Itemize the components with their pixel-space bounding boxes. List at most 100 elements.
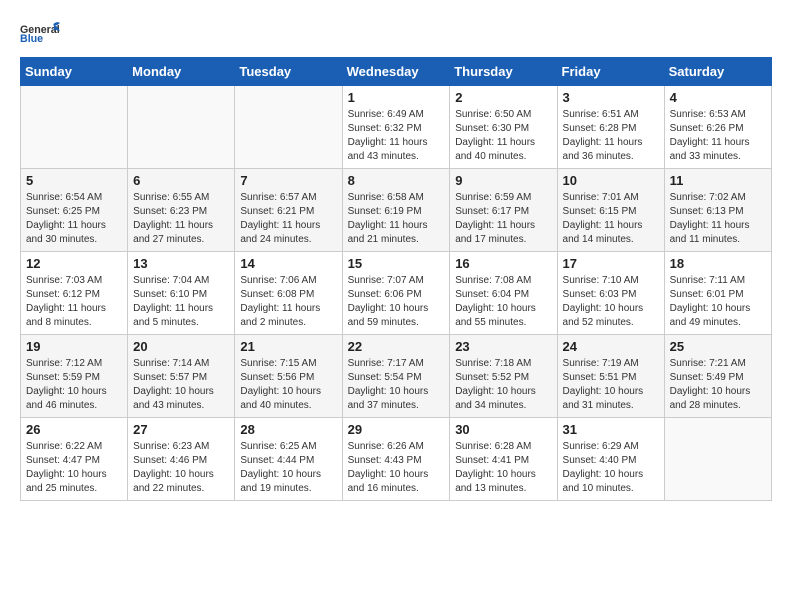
day-number-26: 26 (26, 422, 122, 437)
day-number-17: 17 (563, 256, 659, 271)
day-number-15: 15 (348, 256, 445, 271)
calendar-day-3: 3 Sunrise: 6:51 AM Sunset: 6:28 PM Daylig… (557, 86, 664, 169)
day-number-24: 24 (563, 339, 659, 354)
day-number-11: 11 (670, 173, 766, 188)
calendar-week-row-3: 12 Sunrise: 7:03 AM Sunset: 6:12 PM Dayli… (21, 252, 772, 335)
calendar-day-29: 29 Sunrise: 6:26 AM Sunset: 4:43 PM Dayli… (342, 418, 450, 501)
calendar-week-row-5: 26 Sunrise: 6:22 AM Sunset: 4:47 PM Dayli… (21, 418, 772, 501)
calendar-day-14: 14Sunrise: 7:06 AM Sunset: 6:08 PM Dayli… (235, 252, 342, 335)
day-number-28: 28 (240, 422, 336, 437)
calendar-day-18: 18 Sunrise: 7:11 AM Sunset: 6:01 PM Dayli… (664, 252, 771, 335)
calendar-day-23: 23Sunrise: 7:18 AM Sunset: 5:52 PM Dayli… (450, 335, 557, 418)
calendar-week-row-1: 1Sunrise: 6:49 AM Sunset: 6:32 PM Daylig… (21, 86, 772, 169)
calendar-day-30: 30Sunrise: 6:28 AM Sunset: 4:41 PM Dayli… (450, 418, 557, 501)
calendar-day-20: 20 Sunrise: 7:14 AM Sunset: 5:57 PM Dayli… (128, 335, 235, 418)
day-number-1: 1 (348, 90, 445, 105)
calendar-day-25: 25Sunrise: 7:21 AM Sunset: 5:49 PM Dayli… (664, 335, 771, 418)
day-info-20: Sunrise: 7:14 AM Sunset: 5:57 PM Dayligh… (133, 357, 229, 413)
day-info-28: Sunrise: 6:25 AM Sunset: 4:44 PM Dayligh… (240, 440, 336, 496)
day-info-9: Sunrise: 6:59 AM Sunset: 6:17 PM Dayligh… (455, 191, 551, 247)
calendar-day-12: 12 Sunrise: 7:03 AM Sunset: 6:12 PM Dayli… (21, 252, 128, 335)
weekday-header-tuesday: Tuesday (235, 58, 342, 86)
day-number-31: 31 (563, 422, 659, 437)
day-info-4: Sunrise: 6:53 AM Sunset: 6:26 PM Dayligh… (670, 108, 766, 164)
day-number-18: 18 (670, 256, 766, 271)
day-info-13: Sunrise: 7:04 AM Sunset: 6:10 PM Dayligh… (133, 274, 229, 330)
day-number-14: 14 (240, 256, 336, 271)
day-info-30: Sunrise: 6:28 AM Sunset: 4:41 PM Dayligh… (455, 440, 551, 496)
day-number-9: 9 (455, 173, 551, 188)
calendar-day-9: 9 Sunrise: 6:59 AM Sunset: 6:17 PM Daylig… (450, 169, 557, 252)
calendar-day-1: 1Sunrise: 6:49 AM Sunset: 6:32 PM Daylig… (342, 86, 450, 169)
calendar-day-6: 6 Sunrise: 6:55 AM Sunset: 6:23 PM Daylig… (128, 169, 235, 252)
calendar-day-27: 27 Sunrise: 6:23 AM Sunset: 4:46 PM Dayli… (128, 418, 235, 501)
calendar-day-31: 31 Sunrise: 6:29 AM Sunset: 4:40 PM Dayli… (557, 418, 664, 501)
day-number-21: 21 (240, 339, 336, 354)
day-info-17: Sunrise: 7:10 AM Sunset: 6:03 PM Dayligh… (563, 274, 659, 330)
calendar-empty-cell (664, 418, 771, 501)
day-number-6: 6 (133, 173, 229, 188)
weekday-header-saturday: Saturday (664, 58, 771, 86)
day-info-21: Sunrise: 7:15 AM Sunset: 5:56 PM Dayligh… (240, 357, 336, 413)
day-number-19: 19 (26, 339, 122, 354)
logo: General Blue (20, 20, 60, 47)
calendar-empty-cell (128, 86, 235, 169)
day-info-19: Sunrise: 7:12 AM Sunset: 5:59 PM Dayligh… (26, 357, 122, 413)
calendar-day-11: 11 Sunrise: 7:02 AM Sunset: 6:13 PM Dayli… (664, 169, 771, 252)
calendar-day-7: 7Sunrise: 6:57 AM Sunset: 6:21 PM Daylig… (235, 169, 342, 252)
day-info-6: Sunrise: 6:55 AM Sunset: 6:23 PM Dayligh… (133, 191, 229, 247)
day-info-8: Sunrise: 6:58 AM Sunset: 6:19 PM Dayligh… (348, 191, 445, 247)
day-number-12: 12 (26, 256, 122, 271)
weekday-header-sunday: Sunday (21, 58, 128, 86)
day-number-27: 27 (133, 422, 229, 437)
calendar-week-row-4: 19 Sunrise: 7:12 AM Sunset: 5:59 PM Dayli… (21, 335, 772, 418)
calendar-day-10: 10Sunrise: 7:01 AM Sunset: 6:15 PM Dayli… (557, 169, 664, 252)
day-number-16: 16 (455, 256, 551, 271)
day-number-20: 20 (133, 339, 229, 354)
day-info-12: Sunrise: 7:03 AM Sunset: 6:12 PM Dayligh… (26, 274, 122, 330)
day-number-5: 5 (26, 173, 122, 188)
calendar-day-19: 19 Sunrise: 7:12 AM Sunset: 5:59 PM Dayli… (21, 335, 128, 418)
day-info-29: Sunrise: 6:26 AM Sunset: 4:43 PM Dayligh… (348, 440, 445, 496)
calendar-table: SundayMondayTuesdayWednesdayThursdayFrid… (20, 57, 772, 501)
day-info-15: Sunrise: 7:07 AM Sunset: 6:06 PM Dayligh… (348, 274, 445, 330)
calendar-day-5: 5 Sunrise: 6:54 AM Sunset: 6:25 PM Daylig… (21, 169, 128, 252)
calendar-day-22: 22Sunrise: 7:17 AM Sunset: 5:54 PM Dayli… (342, 335, 450, 418)
day-info-26: Sunrise: 6:22 AM Sunset: 4:47 PM Dayligh… (26, 440, 122, 496)
weekday-header-thursday: Thursday (450, 58, 557, 86)
calendar-day-4: 4 Sunrise: 6:53 AM Sunset: 6:26 PM Daylig… (664, 86, 771, 169)
logo-icon: General Blue (20, 20, 60, 45)
day-number-29: 29 (348, 422, 445, 437)
day-number-3: 3 (563, 90, 659, 105)
day-info-18: Sunrise: 7:11 AM Sunset: 6:01 PM Dayligh… (670, 274, 766, 330)
calendar-empty-cell (235, 86, 342, 169)
day-number-8: 8 (348, 173, 445, 188)
calendar-day-15: 15 Sunrise: 7:07 AM Sunset: 6:06 PM Dayli… (342, 252, 450, 335)
day-info-3: Sunrise: 6:51 AM Sunset: 6:28 PM Dayligh… (563, 108, 659, 164)
day-number-23: 23 (455, 339, 551, 354)
calendar-week-row-2: 5 Sunrise: 6:54 AM Sunset: 6:25 PM Daylig… (21, 169, 772, 252)
calendar-day-28: 28 Sunrise: 6:25 AM Sunset: 4:44 PM Dayli… (235, 418, 342, 501)
calendar-day-26: 26 Sunrise: 6:22 AM Sunset: 4:47 PM Dayli… (21, 418, 128, 501)
day-number-25: 25 (670, 339, 766, 354)
day-number-22: 22 (348, 339, 445, 354)
day-number-2: 2 (455, 90, 551, 105)
day-info-5: Sunrise: 6:54 AM Sunset: 6:25 PM Dayligh… (26, 191, 122, 247)
calendar-day-17: 17 Sunrise: 7:10 AM Sunset: 6:03 PM Dayli… (557, 252, 664, 335)
day-number-4: 4 (670, 90, 766, 105)
calendar-day-8: 8 Sunrise: 6:58 AM Sunset: 6:19 PM Daylig… (342, 169, 450, 252)
day-info-11: Sunrise: 7:02 AM Sunset: 6:13 PM Dayligh… (670, 191, 766, 247)
calendar-day-24: 24Sunrise: 7:19 AM Sunset: 5:51 PM Dayli… (557, 335, 664, 418)
calendar-day-2: 2 Sunrise: 6:50 AM Sunset: 6:30 PM Daylig… (450, 86, 557, 169)
day-number-10: 10 (563, 173, 659, 188)
day-info-2: Sunrise: 6:50 AM Sunset: 6:30 PM Dayligh… (455, 108, 551, 164)
page-header: General Blue (20, 20, 772, 47)
day-info-31: Sunrise: 6:29 AM Sunset: 4:40 PM Dayligh… (563, 440, 659, 496)
calendar-day-21: 21 Sunrise: 7:15 AM Sunset: 5:56 PM Dayli… (235, 335, 342, 418)
calendar-day-16: 16Sunrise: 7:08 AM Sunset: 6:04 PM Dayli… (450, 252, 557, 335)
day-number-13: 13 (133, 256, 229, 271)
calendar-day-13: 13 Sunrise: 7:04 AM Sunset: 6:10 PM Dayli… (128, 252, 235, 335)
weekday-header-monday: Monday (128, 58, 235, 86)
day-info-27: Sunrise: 6:23 AM Sunset: 4:46 PM Dayligh… (133, 440, 229, 496)
calendar-empty-cell (21, 86, 128, 169)
